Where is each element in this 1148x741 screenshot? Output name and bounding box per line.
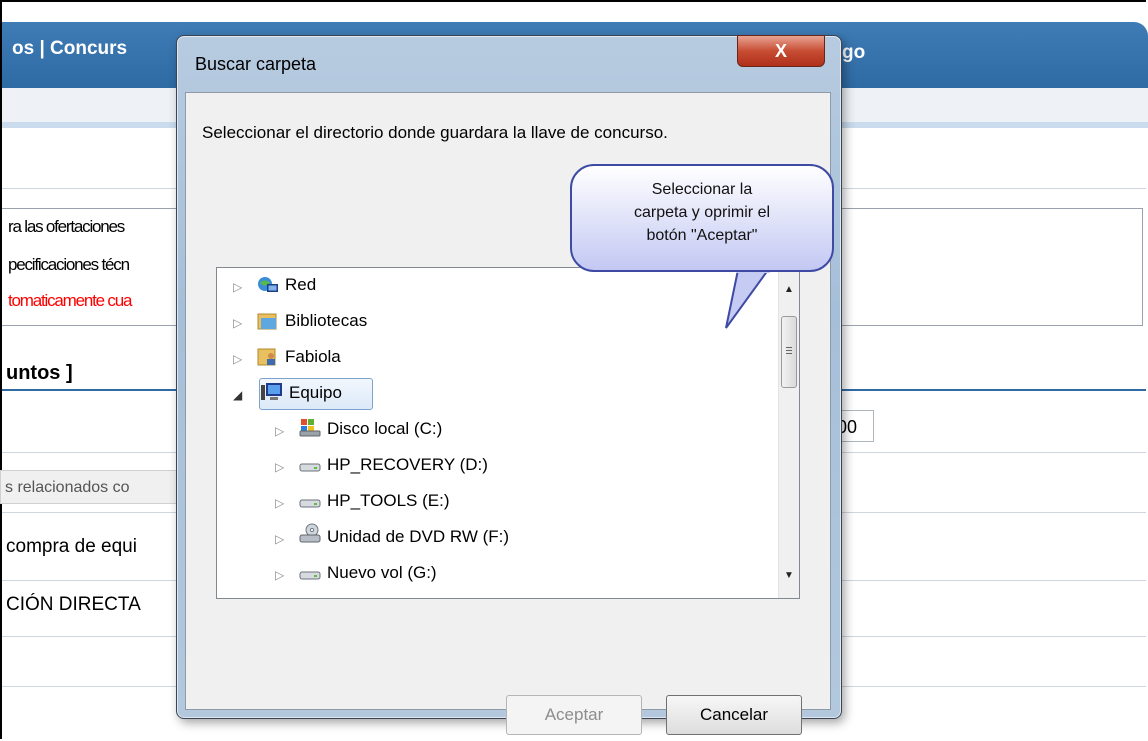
callout-line-3: botón "Aceptar" <box>646 227 758 244</box>
tree-item-disco-c[interactable]: Disco local (C:) <box>327 414 442 444</box>
drive-icon <box>299 499 321 508</box>
tree-item-red[interactable]: Red <box>285 270 316 300</box>
callout-line-1: Seleccionar la <box>651 181 753 198</box>
close-button[interactable]: X <box>737 35 825 67</box>
info-line-3-warning: tomaticamente cua <box>8 291 132 310</box>
callout-pointer <box>725 268 770 329</box>
folder-tree[interactable]: ▷ Red ▷ Bibliotecas ▷ Fabiola ◢ Equipo ▷… <box>216 267 800 599</box>
cancel-button[interactable]: Cancelar <box>666 695 802 735</box>
tree-item-dvd-f[interactable]: Unidad de DVD RW (F:) <box>327 522 509 552</box>
instruction-callout: Seleccionar la carpeta y oprimir el botó… <box>570 164 834 272</box>
browse-folder-dialog: Buscar carpeta X Seleccionar el director… <box>176 35 842 735</box>
scrollbar-thumb[interactable] <box>781 316 797 388</box>
section-heading: untos ] <box>6 362 73 384</box>
expand-arrow-icon[interactable]: ▷ <box>275 532 284 546</box>
dvd-drive-icon <box>299 523 321 543</box>
tree-item-hp-tools[interactable]: HP_TOOLS (E:) <box>327 486 450 516</box>
related-items-label: s relacionados co <box>0 470 178 504</box>
expand-arrow-icon[interactable]: ▷ <box>233 352 242 366</box>
row-text-purchase: compra de equi <box>6 536 137 557</box>
info-line-1: ra las ofertaciones <box>8 217 125 236</box>
user-folder-icon <box>257 348 276 366</box>
dialog-description: Seleccionar el directorio donde guardara… <box>202 123 668 142</box>
tree-item-fabiola[interactable]: Fabiola <box>285 342 341 372</box>
row-text-direct: CIÓN DIRECTA <box>6 594 141 615</box>
tree-item-equipo[interactable]: Equipo <box>289 378 342 408</box>
expand-arrow-icon[interactable]: ▷ <box>275 496 284 510</box>
drive-icon <box>299 463 321 472</box>
computer-icon <box>261 383 282 400</box>
dialog-title: Buscar carpeta <box>195 54 317 74</box>
scroll-up-arrow-icon[interactable]: ▲ <box>784 284 794 295</box>
expand-arrow-icon[interactable]: ▷ <box>233 280 242 294</box>
vertical-scrollbar[interactable]: ▲ ▼ <box>778 268 799 598</box>
nav-links-left[interactable]: os | Concurs <box>12 38 127 60</box>
scroll-down-arrow-icon[interactable]: ▼ <box>784 570 794 581</box>
expand-arrow-icon[interactable]: ▷ <box>275 424 284 438</box>
system-drive-icon <box>299 419 321 437</box>
expand-arrow-icon[interactable]: ▷ <box>233 316 242 330</box>
tree-item-bibliotecas[interactable]: Bibliotecas <box>285 306 367 336</box>
callout-line-2: carpeta y oprimir el <box>633 204 771 221</box>
libraries-icon <box>257 313 277 330</box>
nav-links-right[interactable]: go <box>842 42 865 64</box>
tree-item-hp-recovery[interactable]: HP_RECOVERY (D:) <box>327 450 488 480</box>
info-line-2: pecificaciones técn <box>8 255 130 274</box>
expand-arrow-icon[interactable]: ▷ <box>275 460 284 474</box>
collapse-arrow-icon[interactable]: ◢ <box>233 388 242 402</box>
tree-item-nuevo-vol-g[interactable]: Nuevo vol (G:) <box>327 558 437 588</box>
expand-arrow-icon[interactable]: ▷ <box>275 568 284 582</box>
accept-button[interactable]: Aceptar <box>506 695 642 735</box>
drive-icon <box>299 571 321 580</box>
network-icon <box>258 277 278 292</box>
